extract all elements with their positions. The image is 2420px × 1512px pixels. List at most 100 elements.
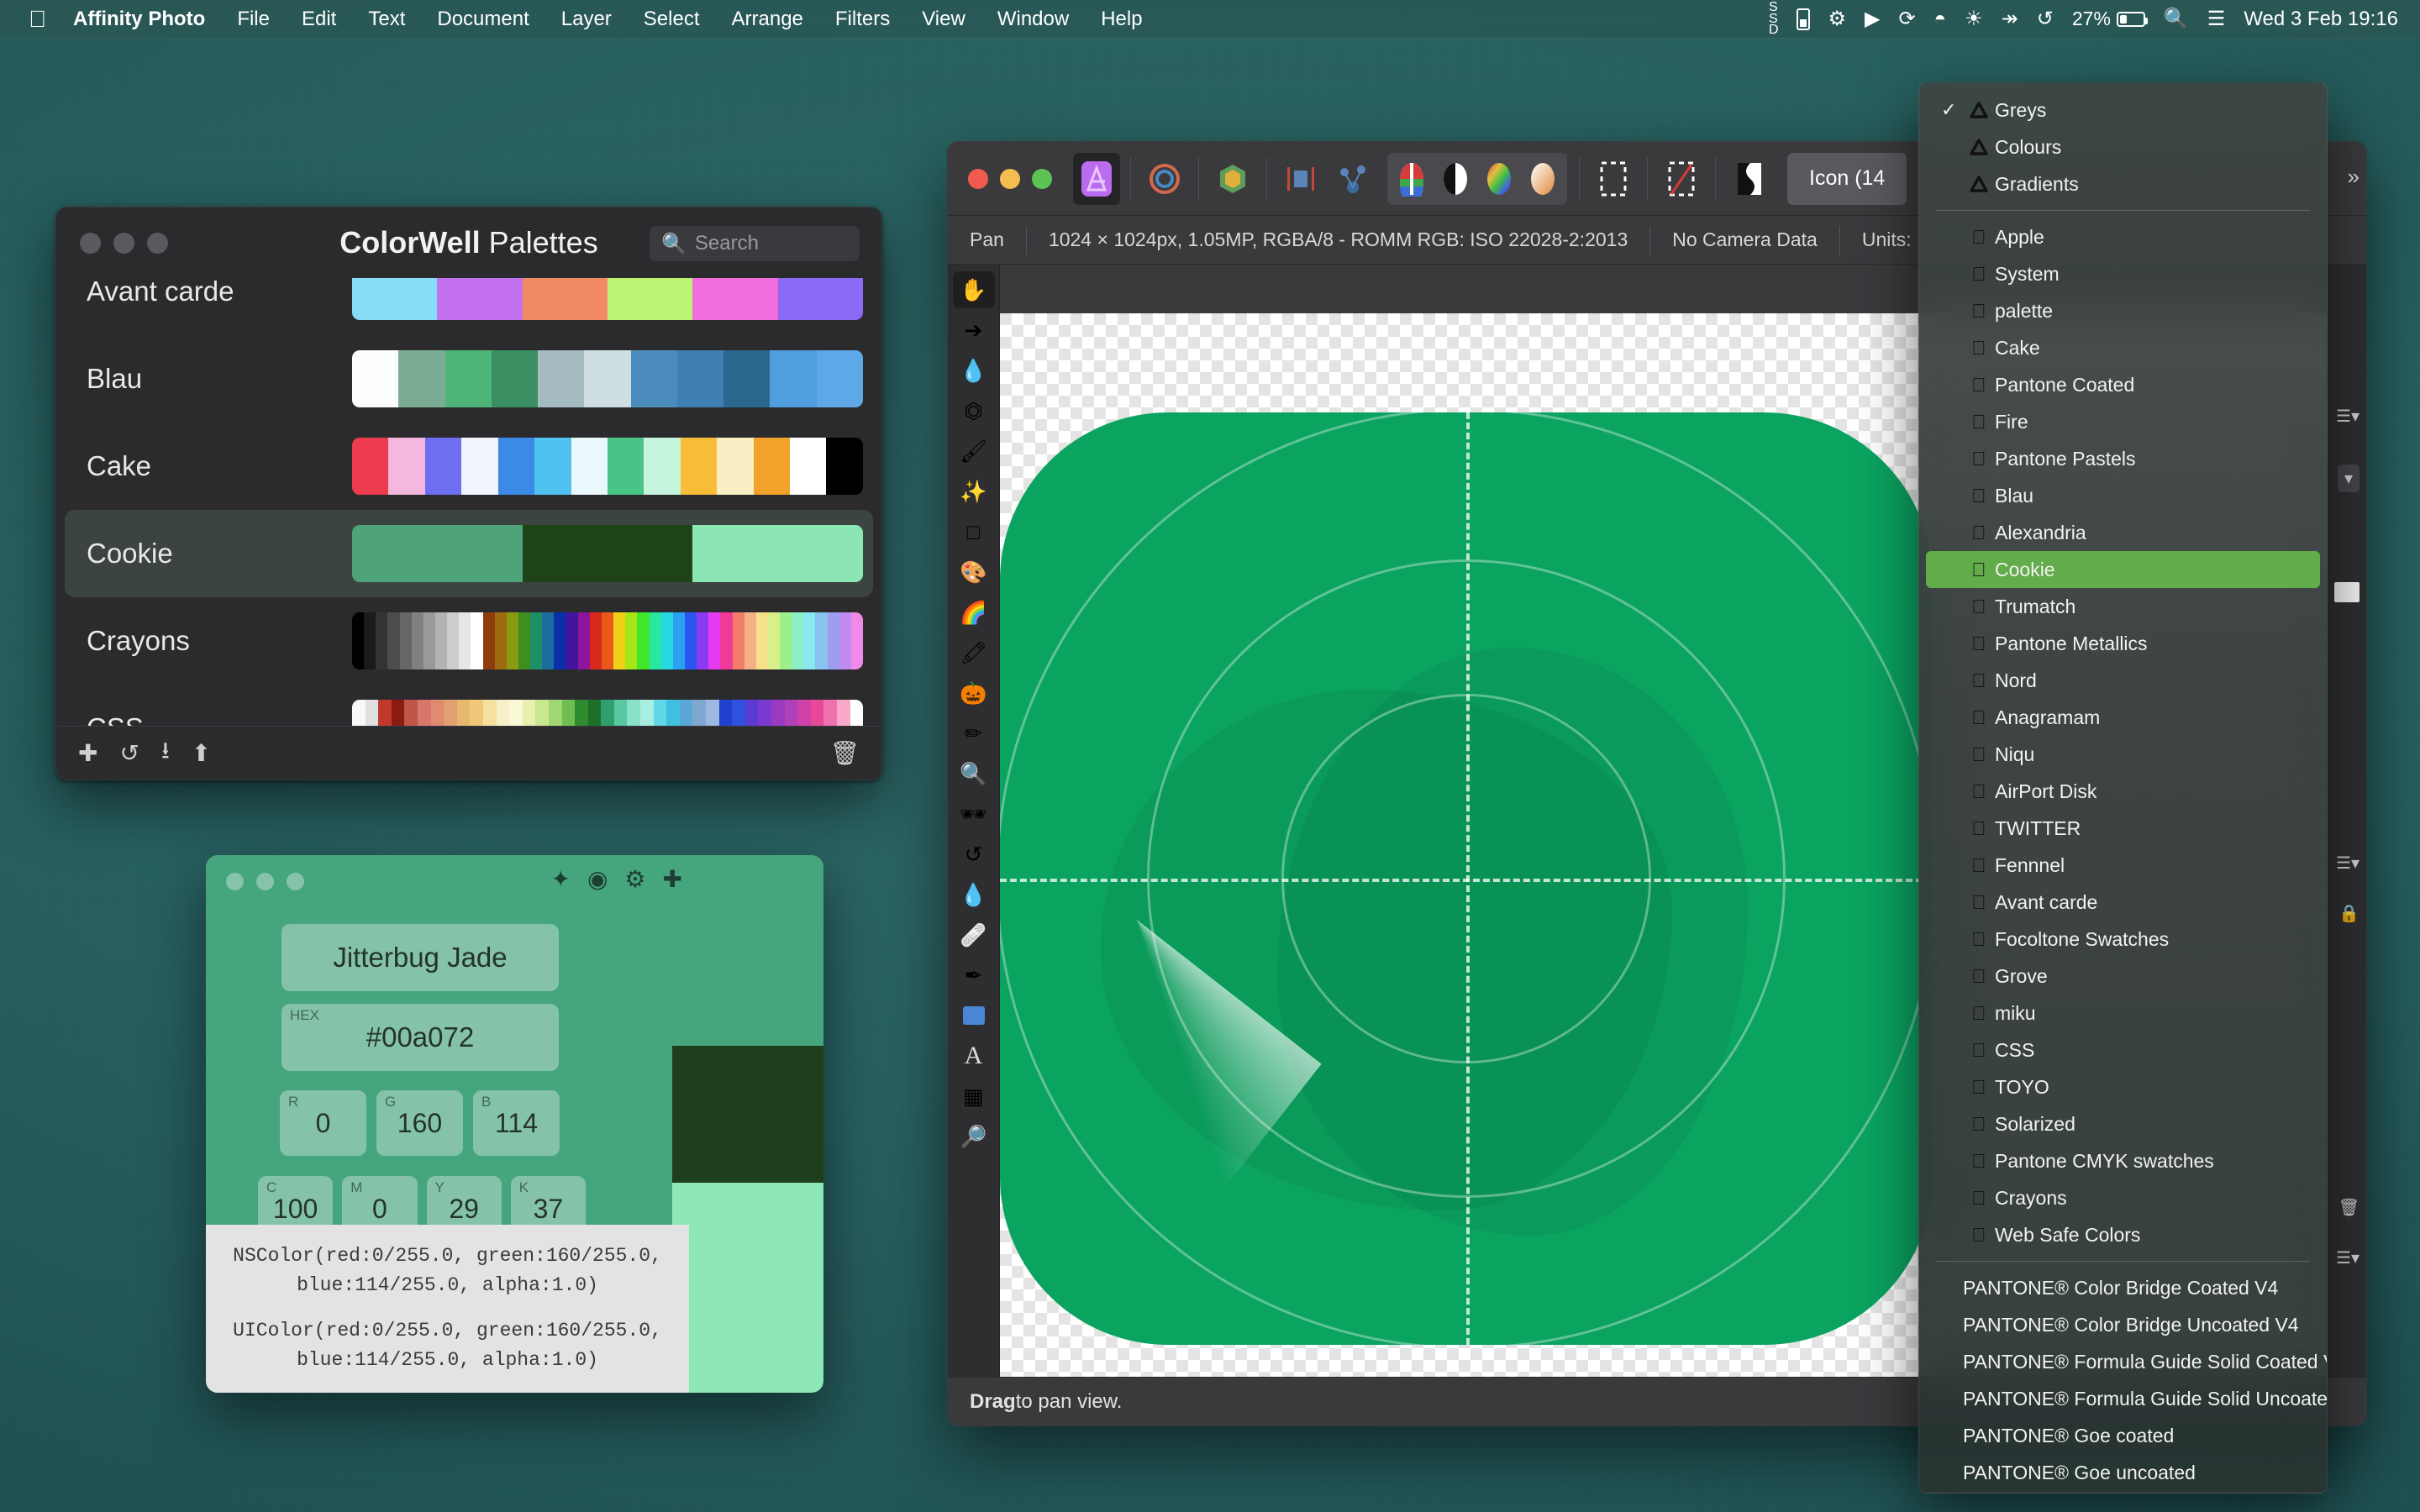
swatch-color[interactable] (681, 438, 717, 495)
minimize-button[interactable] (256, 873, 274, 890)
swatch-color[interactable] (839, 612, 851, 669)
swatch-color[interactable] (717, 438, 753, 495)
dodge-burn-tool-icon[interactable]: 🔍 (953, 755, 995, 792)
swatch-color[interactable] (578, 612, 590, 669)
marquee-icon[interactable] (1590, 153, 1637, 205)
swatch-color[interactable] (523, 700, 536, 726)
swatch-color[interactable] (811, 700, 824, 726)
swatch-color[interactable] (650, 612, 661, 669)
color-wheel-icon[interactable] (1477, 155, 1521, 202)
menu-item-edit[interactable]: Edit (286, 8, 352, 31)
selection-brush-tool-icon[interactable]: 🖌 (953, 433, 995, 470)
swatch-color[interactable] (692, 278, 777, 320)
timemachine-icon[interactable]: ↺ (2037, 7, 2054, 31)
list-item[interactable]: Avant carde (56, 278, 881, 335)
swatch-color[interactable] (745, 700, 759, 726)
palette-swatch[interactable] (352, 525, 863, 582)
list-item[interactable]: Crayons (56, 597, 881, 685)
text-tool-icon[interactable]: A (953, 1037, 995, 1074)
palette-dropdown-menu[interactable]: ✓GreysColoursGradientsAppleSystempale… (1918, 82, 2328, 1494)
white-swatch-icon[interactable] (2334, 582, 2360, 602)
swatch-color[interactable] (352, 438, 388, 495)
menu-item-fire[interactable]: Fire (1926, 403, 2320, 440)
swatch-color[interactable] (364, 612, 376, 669)
hand-tool-icon[interactable]: ✋ (953, 271, 995, 308)
swatch-color[interactable] (444, 700, 457, 726)
swatch-color[interactable] (495, 612, 507, 669)
swatch-color[interactable] (817, 350, 863, 407)
swatch-color[interactable] (758, 700, 771, 726)
magic-wand-tool-icon[interactable]: ✨ (953, 473, 995, 510)
healing-brush-tool-icon[interactable]: 🩹 (953, 916, 995, 953)
menu-item-trumatch[interactable]: Trumatch (1926, 588, 2320, 625)
swatch-color[interactable] (445, 350, 492, 407)
menu-item-avant-carde[interactable]: Avant carde (1926, 884, 2320, 921)
swatch-color[interactable] (352, 278, 437, 320)
menu-item-cookie[interactable]: Cookie (1926, 551, 2320, 588)
swatch-color[interactable] (398, 350, 445, 407)
uicolor-snippet[interactable]: UIColor(red:0/255.0, green:160/255.0, bl… (228, 1316, 667, 1374)
no-fill-icon[interactable] (1658, 153, 1705, 205)
black-white-icon[interactable] (1434, 155, 1477, 202)
tone-mapping-persona-icon[interactable] (1277, 153, 1324, 205)
swatch-color[interactable] (461, 438, 497, 495)
swatch-color[interactable] (400, 612, 412, 669)
swatch-color[interactable] (523, 525, 693, 582)
swatch-color[interactable] (509, 700, 523, 726)
swatch-color[interactable] (575, 700, 588, 726)
paint-brush-tool-icon[interactable]: 🖍 (953, 634, 995, 671)
menu-item-web-safe-colors[interactable]: Web Safe Colors (1926, 1216, 2320, 1253)
menu-item-text[interactable]: Text (352, 8, 421, 31)
nscolor-snippet[interactable]: NSColor(red:0/255.0, green:160/255.0, bl… (228, 1242, 667, 1299)
swatch-color[interactable] (828, 612, 839, 669)
menu-item-system[interactable]: System (1926, 255, 2320, 292)
palette-icon[interactable]: ◉ (587, 865, 608, 893)
pen-tool-icon[interactable]: ✒ (953, 957, 995, 994)
color-detail-traffic-lights[interactable] (206, 873, 304, 890)
swatch-color[interactable] (535, 700, 549, 726)
close-button[interactable] (968, 169, 988, 189)
swatch-color[interactable] (673, 612, 685, 669)
ssd-meter-icon[interactable] (1797, 8, 1810, 30)
swatch-color[interactable] (778, 278, 863, 320)
menu-item-miku[interactable]: miku (1926, 995, 2320, 1032)
swatch-color[interactable] (837, 700, 850, 726)
swatch-color[interactable] (723, 350, 770, 407)
affinity-traffic-lights[interactable] (961, 169, 1071, 189)
swatch-color[interactable] (404, 700, 418, 726)
menu-item-select[interactable]: Select (628, 8, 716, 31)
play-circle-icon[interactable]: ▶ (1865, 7, 1880, 31)
swatch-color[interactable] (431, 700, 445, 726)
swatch-color[interactable] (534, 438, 571, 495)
menu-item-airport-disk[interactable]: AirPort Disk (1926, 773, 2320, 810)
swatch-color[interactable] (692, 525, 863, 582)
swatch-color[interactable] (627, 700, 640, 726)
swatch-color[interactable] (387, 612, 399, 669)
clone-brush-tool-icon[interactable]: 🕶 (953, 795, 995, 832)
swatch-color[interactable] (680, 700, 693, 726)
swatch-color[interactable] (815, 612, 827, 669)
menu-item-grove[interactable]: Grove (1926, 958, 2320, 995)
swatch-color[interactable] (601, 700, 614, 726)
swatch-color[interactable] (685, 612, 697, 669)
share-icon[interactable]: ⬆ (192, 739, 211, 767)
colorwell-search-field[interactable]: 🔍 Search (650, 226, 860, 261)
menu-item-pantone-formula-guide-solid-coated-v4[interactable]: PANTONE® Formula Guide Solid Coated V4 (1926, 1343, 2320, 1380)
menu-lines-icon-3[interactable]: ☰▾ (2336, 1247, 2360, 1268)
add-icon[interactable]: ✚ (78, 739, 97, 767)
swatch-color[interactable] (554, 612, 566, 669)
swatch-color[interactable] (608, 438, 644, 495)
swatch-color[interactable] (437, 278, 522, 320)
swatch-color[interactable] (797, 700, 811, 726)
color-channels-icon[interactable] (1390, 155, 1434, 202)
menu-item-window[interactable]: Window (981, 8, 1085, 31)
swatch-color[interactable] (756, 612, 768, 669)
menu-item-crayons[interactable]: Crayons (1926, 1179, 2320, 1216)
menu-item-anagramam[interactable]: Anagramam (1926, 699, 2320, 736)
list-item[interactable]: CSS (56, 685, 881, 726)
swatch-color[interactable] (613, 612, 625, 669)
swatch-dark[interactable] (672, 1046, 823, 1183)
import-icon[interactable]: ⭳ (161, 733, 170, 774)
swatch-color[interactable] (378, 700, 392, 726)
swatch-color[interactable] (542, 612, 554, 669)
